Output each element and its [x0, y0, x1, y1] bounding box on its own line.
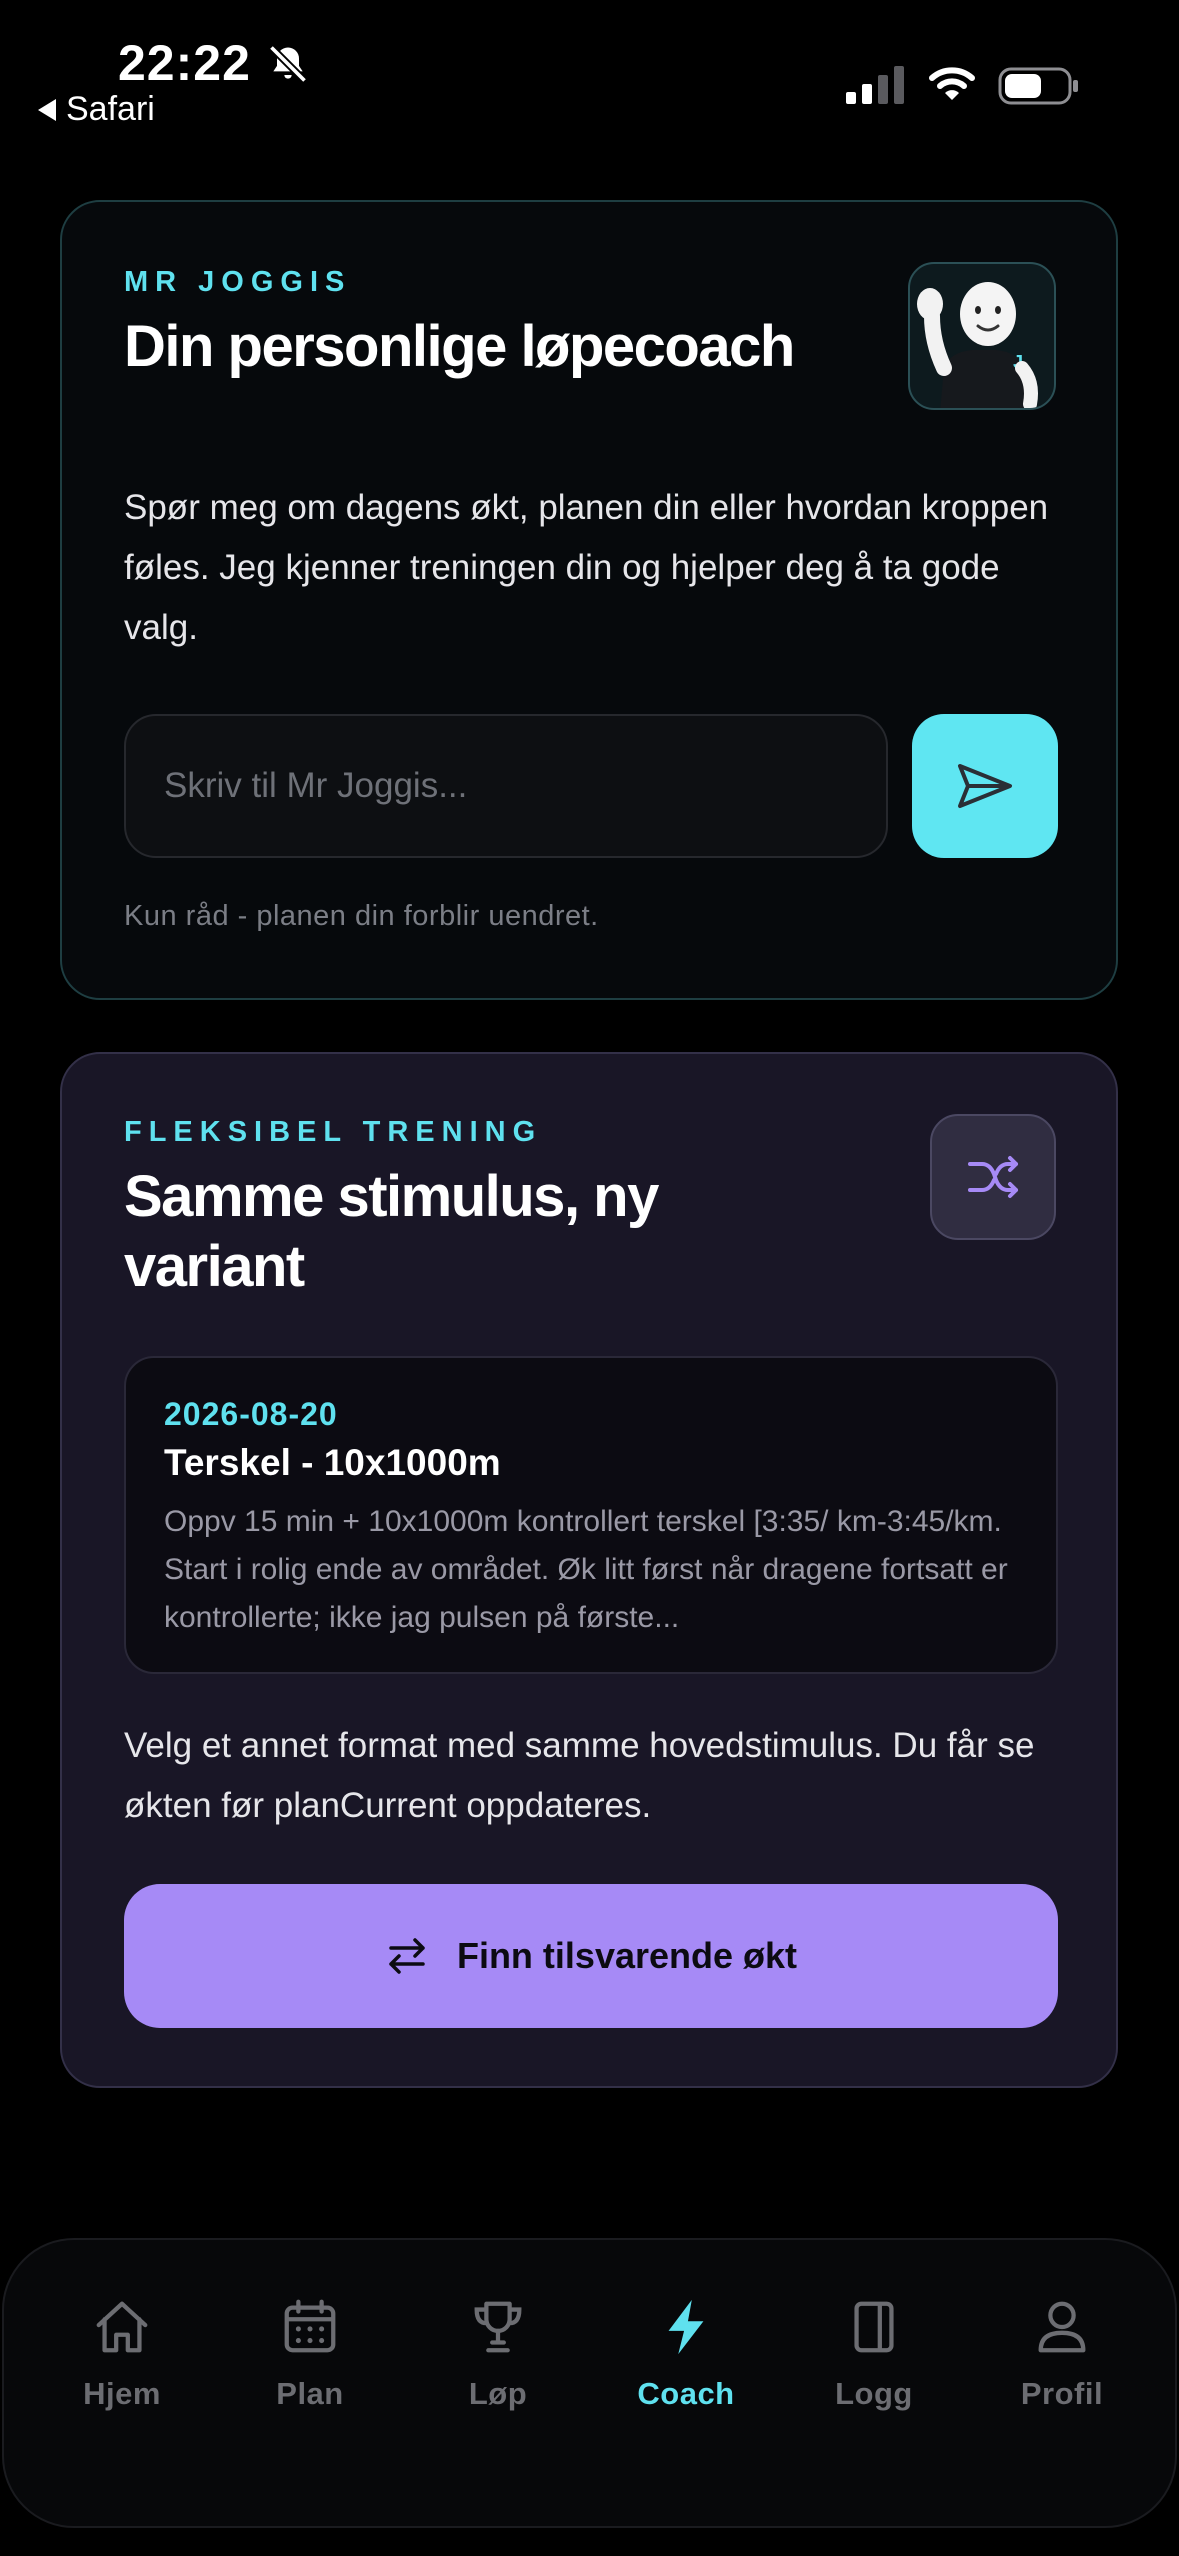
tab-label: Profil [1020, 2376, 1104, 2411]
workout-name: Terskel - 10x1000m [164, 1442, 501, 1483]
lightning-icon [668, 2299, 704, 2355]
tab-plan[interactable]: Plan [216, 2296, 404, 2426]
shuffle-button[interactable] [930, 1114, 1056, 1240]
workout-summary: 2026-08-20 Terskel - 10x1000m Oppv 15 mi… [124, 1356, 1058, 1674]
flexible-eyebrow: FLEKSIBEL TRENING [124, 1116, 543, 1148]
coach-card: MR JOGGIS Din personlige løpecoach J Spø… [60, 200, 1118, 1000]
tab-label: Coach [637, 2376, 735, 2411]
tab-label: Hjem [83, 2376, 161, 2411]
coach-screen: 22:22 Safari MR JOGGIS Din personlige lø… [0, 0, 1179, 2556]
flexible-training-card: FLEKSIBEL TRENING Samme stimulus, ny var… [60, 1052, 1118, 2088]
back-app-label: Safari [66, 90, 155, 128]
tab-lop[interactable]: Løp [404, 2296, 592, 2426]
tab-label: Plan [276, 2376, 344, 2411]
send-button[interactable] [912, 714, 1058, 858]
cellular-signal-icon [846, 66, 904, 104]
person-icon [1038, 2301, 1086, 2353]
workout-description: Oppv 15 min + 10x1000m kontrollert tersk… [164, 1505, 1008, 1634]
coach-description: Spør meg om dagens økt, planen din eller… [124, 488, 1049, 647]
coach-title: Din personlige løpecoach [124, 314, 795, 379]
find-equivalent-workout-button[interactable]: Finn tilsvarende økt [124, 1884, 1058, 2028]
tab-bar: Hjem Plan Løp Coach Logg Profil [2, 2238, 1177, 2528]
tab-logg[interactable]: Logg [780, 2296, 968, 2426]
tab-label: Løp [468, 2376, 528, 2411]
find-button-label: Finn tilsvarende økt [456, 1935, 798, 1976]
back-to-safari[interactable]: Safari [38, 90, 155, 129]
flexible-description: Velg et annet format med samme hovedstim… [124, 1726, 1035, 1825]
shuffle-icon [968, 1156, 1018, 1198]
coach-eyebrow: MR JOGGIS [124, 266, 352, 298]
send-icon [958, 764, 1012, 808]
tab-hjem[interactable]: Hjem [28, 2296, 216, 2426]
mascot-waving-icon: J [908, 262, 1056, 410]
tab-coach[interactable]: Coach [592, 2296, 780, 2426]
workout-date: 2026-08-20 [164, 1396, 338, 1432]
tab-label: Logg [835, 2376, 913, 2411]
book-icon [854, 2301, 894, 2353]
trophy-icon [474, 2301, 522, 2353]
coach-footnote: Kun råd - planen din forblir uendret. [124, 900, 599, 932]
coach-message-input[interactable] [124, 714, 888, 858]
flexible-title: Samme stimulus, ny variant [124, 1164, 659, 1299]
battery-icon [998, 67, 1078, 105]
home-icon [96, 2301, 148, 2353]
swap-arrows-icon [389, 1938, 425, 1974]
calendar-icon [284, 2299, 336, 2353]
wifi-icon [929, 67, 975, 100]
tab-profil[interactable]: Profil [968, 2296, 1156, 2426]
back-triangle-icon [38, 98, 56, 121]
bell-muted-icon [268, 44, 308, 84]
status-time: 22:22 [118, 35, 251, 91]
